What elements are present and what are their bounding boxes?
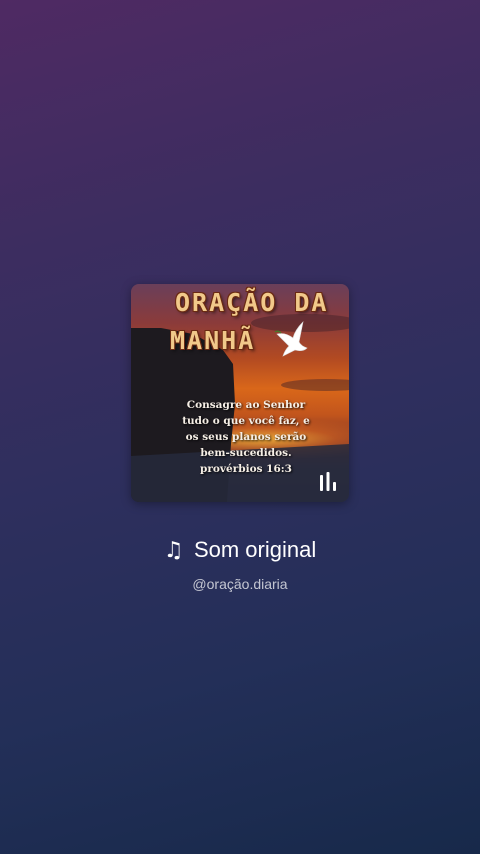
music-note-icon: ♫ (163, 537, 184, 563)
verse-line: bem-sucedidos. (200, 447, 292, 459)
audio-bars-icon (320, 472, 336, 491)
album-cover[interactable]: ORAÇÃO DA MANHÃ Consagre ao Senhor tudo … (131, 284, 349, 502)
cover-verse: Consagre ao Senhor tudo o que você faz, … (171, 397, 321, 477)
verse-line: tudo o que você faz, e (182, 415, 310, 427)
sound-title-row[interactable]: ♫ Som original (0, 537, 480, 563)
cover-title-line2: MANHÃ (170, 326, 256, 355)
sound-author[interactable]: @oração.diaria (0, 576, 480, 592)
verse-line: Consagre ao Senhor (186, 399, 306, 411)
verse-reference: provérbios 16:3 (200, 463, 292, 475)
dove-icon (274, 321, 308, 357)
cover-title-line1: ORAÇÃO DA (175, 288, 329, 317)
verse-line: os seus planos serão (185, 431, 307, 443)
sound-title: Som original (193, 537, 317, 562)
